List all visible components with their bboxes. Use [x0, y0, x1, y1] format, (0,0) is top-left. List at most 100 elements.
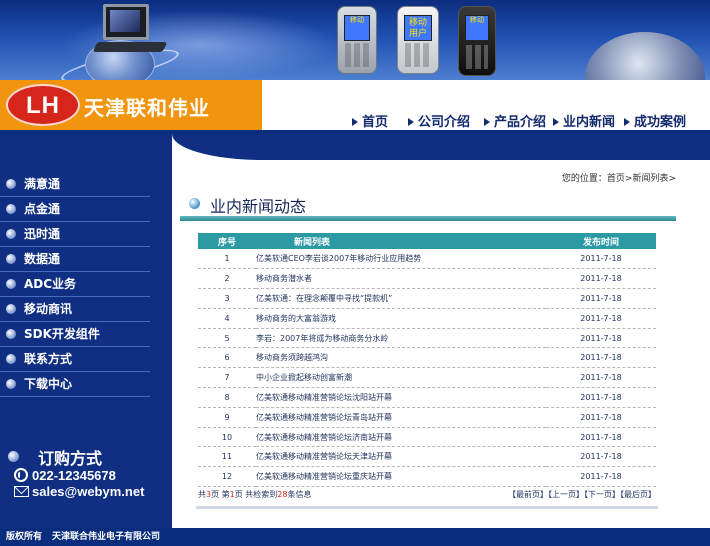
triangle-right-icon: [352, 118, 358, 126]
pager-text: 条信息: [287, 490, 312, 499]
bullet-icon: [6, 229, 16, 239]
news-date: 2011-7-18: [546, 268, 656, 290]
sidebar-item-label: 迅时通: [24, 227, 61, 241]
phone-screen-1: 移动: [344, 15, 370, 41]
news-title-link[interactable]: 亿美软通移动精准营销论坛济南站开幕: [256, 427, 546, 448]
table-row: 11 亿美软通移动精准营销论坛天津站开幕 2011-7-18: [198, 446, 656, 468]
sidebar-item-label: 点金通: [24, 202, 61, 216]
phone-icon: [14, 468, 28, 482]
news-date: 2011-7-18: [546, 288, 656, 309]
table-row: 5 李岩：2007年将成为移动商务分水岭 2011-7-18: [198, 328, 656, 349]
news-title-link[interactable]: 亿美软通移动精准营销论坛重庆站开幕: [256, 466, 546, 488]
monitor-image: [103, 4, 149, 40]
table-row: 3 亿美软通：在理念颠覆中寻找“提款机” 2011-7-18: [198, 288, 656, 309]
phone-keypad-3: [466, 45, 488, 69]
bullet-icon: [6, 279, 16, 289]
sidebar-item-label: 移动商讯: [24, 302, 73, 316]
phone-image-2: 移动用户: [397, 6, 439, 74]
sidebar-item-sdk[interactable]: SDK开发组件: [0, 322, 150, 347]
news-title-link[interactable]: 移动商务须跨越鸿沟: [256, 347, 546, 369]
bullet-icon: [6, 304, 16, 314]
news-date: 2011-7-18: [546, 367, 656, 389]
pager-text: 第: [221, 490, 230, 499]
globe-right-image: [585, 32, 705, 80]
news-title-link[interactable]: 李岩：2007年将成为移动商务分水岭: [256, 328, 546, 349]
table-row: 6 移动商务须跨越鸿沟 2011-7-18: [198, 347, 656, 369]
bullet-icon: [6, 179, 16, 189]
sidebar-item-contact[interactable]: 联系方式: [0, 347, 150, 372]
table-header-row: 序号 新闻列表 发布时间: [198, 233, 656, 249]
content-bottom-border: [196, 506, 658, 509]
breadcrumb[interactable]: 您的位置：首页>新闻列表>: [562, 171, 676, 184]
news-title-link[interactable]: 亿美软通移动精准营销论坛沈阳站开幕: [256, 387, 546, 408]
footer: 版权所有 天津联合伟业电子有限公司: [0, 528, 710, 546]
row-number: 10: [198, 427, 256, 448]
first-page-link[interactable]: 【最前页】: [508, 490, 548, 499]
order-section-title: 订购方式: [0, 445, 172, 468]
news-title-link[interactable]: 亿美软通：在理念颠覆中寻找“提款机”: [256, 288, 546, 309]
pagination: 共3页 第1页 共检索到28条信息 【最前页】【上一页】【下一页】【最后页】: [198, 489, 656, 503]
row-number: 9: [198, 407, 256, 428]
sidebar-item-mobile-business[interactable]: 移动商讯: [0, 297, 150, 322]
news-table: 序号 新闻列表 发布时间 1 亿美软通CEO李岩谈2007年移动行业应用趋势 201…: [198, 233, 656, 488]
keyboard-image: [92, 42, 168, 52]
nav-label: 产品介绍: [494, 115, 547, 130]
nav-success-cases[interactable]: 成功案例: [624, 111, 686, 130]
banner: 移动 移动用户 移动: [0, 0, 710, 80]
news-title-link[interactable]: 亿美软通移动精准营销论坛青岛站开幕: [256, 407, 546, 428]
nav-product-intro[interactable]: 产品介绍: [484, 111, 546, 130]
sidebar-item-download[interactable]: 下载中心: [0, 372, 150, 397]
row-number: 6: [198, 347, 256, 369]
nav-label: 成功案例: [634, 115, 687, 130]
pager-text: 页: [211, 490, 220, 499]
sidebar-item-label: 满意通: [24, 177, 61, 191]
bullet-icon: [6, 204, 16, 214]
sidebar-item-label: 联系方式: [24, 352, 73, 366]
row-number: 4: [198, 308, 256, 329]
prev-page-link[interactable]: 【上一页】: [548, 490, 584, 499]
main-top-band: [172, 134, 710, 160]
news-title-link[interactable]: 亿美软通移动精准营销论坛天津站开幕: [256, 446, 546, 468]
nav-label: 公司介绍: [418, 115, 471, 130]
row-number: 12: [198, 466, 256, 488]
sidebar-item-xunshitong[interactable]: 迅时通: [0, 222, 150, 247]
sidebar-item-dianjintong[interactable]: 点金通: [0, 197, 150, 222]
phone-screen-2: 移动用户: [404, 15, 432, 41]
sidebar-item-label: 数据通: [24, 252, 61, 266]
phone-image-3: 移动: [458, 6, 496, 76]
table-row: 12 亿美软通移动精准营销论坛重庆站开幕 2011-7-18: [198, 466, 656, 488]
phone-keypad-2: [405, 43, 431, 67]
pager-text: 页: [234, 490, 243, 499]
sidebar-item-manyitong[interactable]: 满意通: [0, 172, 150, 197]
triangle-right-icon: [553, 118, 559, 126]
news-title-link[interactable]: 中小企业掀起移动创富新潮: [256, 367, 546, 389]
order-phone: 022-12345678: [14, 468, 116, 483]
row-number: 11: [198, 446, 256, 468]
sidebar-item-label: ADC业务: [24, 277, 77, 291]
company-logo[interactable]: LH: [6, 84, 80, 126]
news-date: 2011-7-18: [546, 347, 656, 369]
sidebar-item-adc[interactable]: ADC业务: [0, 272, 150, 297]
phone-number: 022-12345678: [32, 468, 116, 483]
table-row: 7 中小企业掀起移动创富新潮 2011-7-18: [198, 367, 656, 389]
page-title: 业内新闻动态: [210, 197, 307, 216]
news-title-link[interactable]: 移动商务的大富翁游戏: [256, 308, 546, 329]
news-title-link[interactable]: 亿美软通CEO李岩谈2007年移动行业应用趋势: [256, 249, 546, 270]
nav-home[interactable]: 首页: [352, 111, 388, 130]
news-title-link[interactable]: 移动商务潜水者: [256, 268, 546, 290]
row-number: 3: [198, 288, 256, 309]
news-date: 2011-7-18: [546, 446, 656, 468]
order-email[interactable]: sales@webym.net: [14, 484, 144, 499]
row-number: 5: [198, 328, 256, 349]
news-date: 2011-7-18: [546, 387, 656, 408]
phone-keypad-1: [345, 43, 369, 67]
nav-company-intro[interactable]: 公司介绍: [408, 111, 470, 130]
nav-industry-news[interactable]: 业内新闻: [553, 111, 615, 130]
pager-summary: 共3页 第1页 共检索到28条信息: [198, 490, 311, 499]
last-page-link[interactable]: 【最后页】: [620, 490, 656, 499]
next-page-link[interactable]: 【下一页】: [584, 490, 620, 499]
sidebar-item-shujutong[interactable]: 数据通: [0, 247, 150, 272]
phone-image-1: 移动: [337, 6, 377, 74]
logo-text: LH: [26, 92, 60, 119]
news-date: 2011-7-18: [546, 328, 656, 349]
